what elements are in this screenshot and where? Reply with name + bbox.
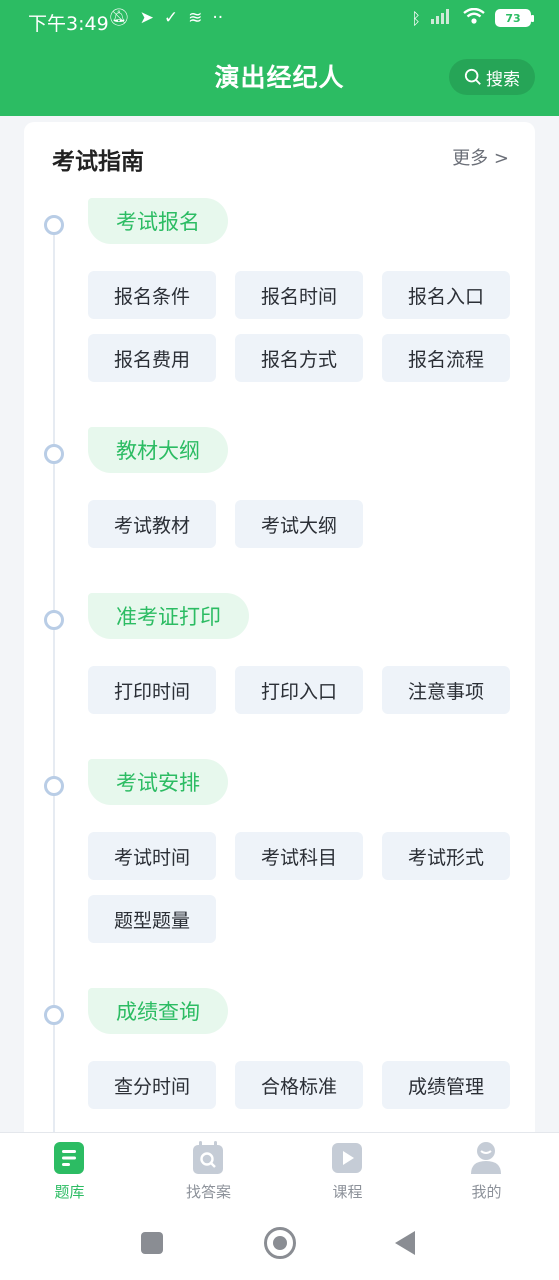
layers-icon: ≋ xyxy=(188,8,203,28)
tag-item[interactable]: 报名方式 xyxy=(235,334,363,382)
section-title: 教材大纲 xyxy=(88,427,228,473)
tag-item[interactable]: 考试教材 xyxy=(88,500,216,548)
timeline-dot xyxy=(44,215,64,235)
tab-find-answer[interactable]: 找答案 xyxy=(139,1133,278,1209)
guide-title: 考试指南 xyxy=(52,149,144,175)
signal-icon xyxy=(431,8,453,28)
recent-apps-icon[interactable] xyxy=(141,1232,163,1254)
tag-item[interactable]: 报名入口 xyxy=(382,271,510,319)
tab-mine[interactable]: 我的 xyxy=(417,1133,556,1209)
timeline-line xyxy=(53,222,55,1132)
bell-off-icon: 🔕︎ xyxy=(108,8,130,28)
more-link[interactable]: 更多 > xyxy=(452,144,509,170)
tab-label: 题库 xyxy=(54,1183,85,1201)
back-icon[interactable] xyxy=(395,1231,415,1255)
status-right-icons: ᛒ 73 xyxy=(411,7,534,28)
tag-item[interactable]: 报名时间 xyxy=(235,271,363,319)
status-left-icons: 🔕︎ ➤ ✓ ≋ ·· xyxy=(108,8,223,28)
tag-item[interactable]: 考试时间 xyxy=(88,832,216,880)
battery-icon: 73 xyxy=(495,9,534,27)
search-icon xyxy=(464,68,481,85)
telegram-icon: ➤ xyxy=(139,8,154,28)
status-time: 下午3:49 xyxy=(28,13,109,35)
tag-item[interactable]: 合格标准 xyxy=(235,1061,363,1109)
tag-item[interactable]: 查分时间 xyxy=(88,1061,216,1109)
tag-item[interactable]: 打印时间 xyxy=(88,666,216,714)
find-answer-icon xyxy=(193,1141,223,1174)
question-bank-icon xyxy=(54,1142,84,1174)
tag-item[interactable]: 注意事项 xyxy=(382,666,510,714)
tab-label: 找答案 xyxy=(185,1183,231,1201)
tab-label: 我的 xyxy=(471,1183,502,1201)
checkmark-icon: ✓ xyxy=(163,8,179,28)
more-dots-icon: ·· xyxy=(212,8,224,28)
section-title: 准考证打印 xyxy=(88,593,249,639)
bluetooth-icon: ᛒ xyxy=(411,8,421,28)
section-title: 考试报名 xyxy=(88,198,228,244)
bottom-tab-bar: 题库 找答案 课程 我的 xyxy=(0,1132,559,1208)
system-nav-bar xyxy=(0,1208,559,1280)
exam-guide-card: 考试指南 更多 > 考试报名 报名条件 报名时间 报名入口 报名费用 报名方式 … xyxy=(24,122,535,1132)
tag-item[interactable]: 成绩管理 xyxy=(382,1061,510,1109)
timeline-dot xyxy=(44,444,64,464)
tab-label: 课程 xyxy=(332,1183,363,1201)
tag-item[interactable]: 考试形式 xyxy=(382,832,510,880)
timeline-dot xyxy=(44,776,64,796)
wifi-icon xyxy=(463,7,485,28)
section-title: 考试安排 xyxy=(88,759,228,805)
search-button[interactable]: 搜索 xyxy=(449,59,535,95)
timeline-dot xyxy=(44,1005,64,1025)
tag-item[interactable]: 考试科目 xyxy=(235,832,363,880)
status-bar: 下午3:49 🔕︎ ➤ ✓ ≋ ·· ᛒ 73 xyxy=(0,0,559,40)
tag-item[interactable]: 报名条件 xyxy=(88,271,216,319)
timeline-dot xyxy=(44,610,64,630)
tab-course[interactable]: 课程 xyxy=(278,1133,417,1209)
home-icon[interactable] xyxy=(264,1227,296,1259)
tag-item[interactable]: 报名流程 xyxy=(382,334,510,382)
tab-question-bank[interactable]: 题库 xyxy=(0,1133,139,1209)
app-header: 下午3:49 🔕︎ ➤ ✓ ≋ ·· ᛒ 73 演出经纪人 搜索 xyxy=(0,0,559,116)
section-title: 成绩查询 xyxy=(88,988,228,1034)
tag-item[interactable]: 打印入口 xyxy=(235,666,363,714)
tag-item[interactable]: 考试大纲 xyxy=(235,500,363,548)
tag-item[interactable]: 报名费用 xyxy=(88,334,216,382)
course-play-icon xyxy=(332,1143,362,1173)
profile-icon xyxy=(471,1142,501,1174)
search-label: 搜索 xyxy=(486,69,520,90)
tag-item[interactable]: 题型题量 xyxy=(88,895,216,943)
